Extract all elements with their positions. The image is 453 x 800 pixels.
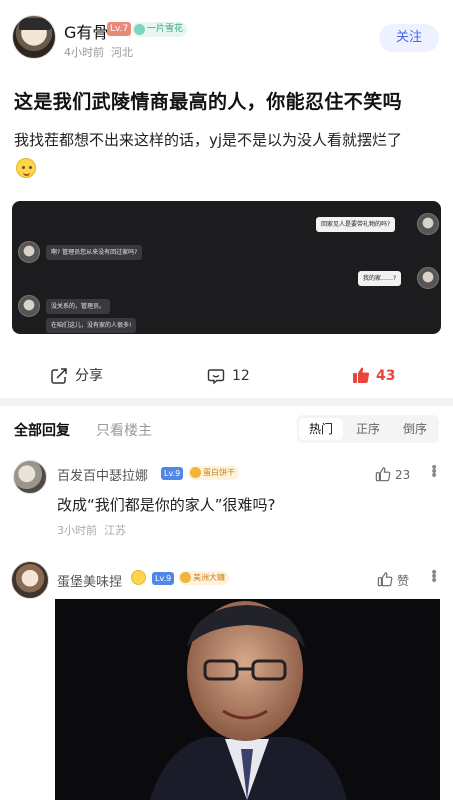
comment-like-label[interactable]: 赞: [397, 572, 409, 589]
thumbs-up-icon[interactable]: [352, 366, 370, 384]
comment-location: 江苏: [104, 524, 126, 537]
comment-video[interactable]: [55, 599, 440, 800]
author-tag-label: 一片雪花: [147, 24, 184, 34]
author-tag-badge: 一片雪花: [132, 22, 188, 37]
comment-meta: 3小时前 江苏: [57, 522, 126, 538]
author-level-badge: Lv.7: [107, 22, 132, 36]
comment-count[interactable]: 12: [232, 366, 250, 386]
chat-bubble: 在咱们这儿，没有家的人很多!: [46, 318, 137, 333]
sort-descending[interactable]: 倒序: [393, 418, 437, 440]
commenter-tag-label: 美洲大蠊: [193, 573, 225, 582]
commenter-tag-badge: 美洲大蠊: [178, 571, 229, 585]
like-count[interactable]: 43: [376, 366, 395, 386]
person-figure: [55, 599, 440, 800]
chat-bubble: 回家见人是要带礼物的吗?: [316, 217, 396, 232]
thumbs-up-outline-icon[interactable]: [375, 466, 391, 482]
commenter-tag-badge: 蛋白饼干: [188, 466, 239, 480]
tab-owner-only[interactable]: 只看楼主: [96, 420, 152, 440]
comment-text: 改成“我们都是你的家人”很难吗?: [57, 496, 276, 514]
author-name[interactable]: G有骨: [64, 19, 108, 43]
commenter-name[interactable]: 百发百中瑟拉娜: [57, 465, 148, 484]
commenter-level-badge: Lv.9: [152, 572, 175, 585]
commenter-tag-label: 蛋白饼干: [203, 468, 235, 477]
post-body: 我找茬都想不出来这样的话，yj是不是以为没人看就摆烂了: [14, 131, 403, 149]
commenter-level-badge: Lv.9: [161, 467, 184, 480]
follow-button[interactable]: 关注: [379, 24, 439, 52]
post-location: 河北: [111, 46, 133, 59]
sort-ascending[interactable]: 正序: [346, 418, 390, 440]
commenter-avatar[interactable]: [13, 460, 47, 494]
comment-icon[interactable]: [207, 367, 225, 385]
author-avatar[interactable]: [12, 15, 56, 59]
commenter-name[interactable]: 蛋堡美味捏: [57, 571, 122, 590]
more-options-icon[interactable]: • • •: [430, 566, 438, 588]
sort-switcher: 热门 正序 倒序: [297, 415, 439, 443]
chat-avatar-right: [417, 213, 439, 235]
snowflake-icon: [134, 24, 145, 35]
chat-avatar-right: [417, 267, 439, 289]
emoji-icon: [16, 158, 36, 178]
thumbs-up-outline-icon[interactable]: [377, 571, 393, 587]
post-image[interactable]: 回家见人是要带礼物的吗? 啊? 管理员您从来没有回过家吗? 我的家……? 没关系…: [12, 201, 441, 334]
more-options-icon[interactable]: • • •: [430, 461, 438, 483]
chat-bubble: 啊? 管理员您从来没有回过家吗?: [46, 245, 143, 260]
share-icon[interactable]: [50, 367, 68, 385]
chat-avatar-left: [18, 241, 40, 263]
comment-time: 3小时前: [57, 524, 97, 537]
share-button[interactable]: 分享: [75, 366, 103, 386]
smile-emoji-icon: [131, 570, 146, 585]
tab-all-replies[interactable]: 全部回复: [14, 420, 70, 440]
sort-hot[interactable]: 热门: [299, 418, 343, 440]
comment-like-count[interactable]: 23: [395, 468, 410, 482]
section-divider: [0, 398, 453, 406]
medal-icon: [180, 572, 191, 583]
chat-avatar-left: [18, 295, 40, 317]
post-title: 这是我们武陵情商最高的人，你能忍住不笑吗: [14, 91, 403, 113]
commenter-avatar[interactable]: [11, 561, 49, 599]
chat-bubble: 我的家……?: [358, 271, 402, 286]
medal-icon: [190, 467, 201, 478]
post-meta: 4小时前 河北: [64, 44, 133, 60]
chat-bubble: 没关系的，管理员。: [46, 299, 111, 314]
post-time: 4小时前: [64, 46, 104, 59]
